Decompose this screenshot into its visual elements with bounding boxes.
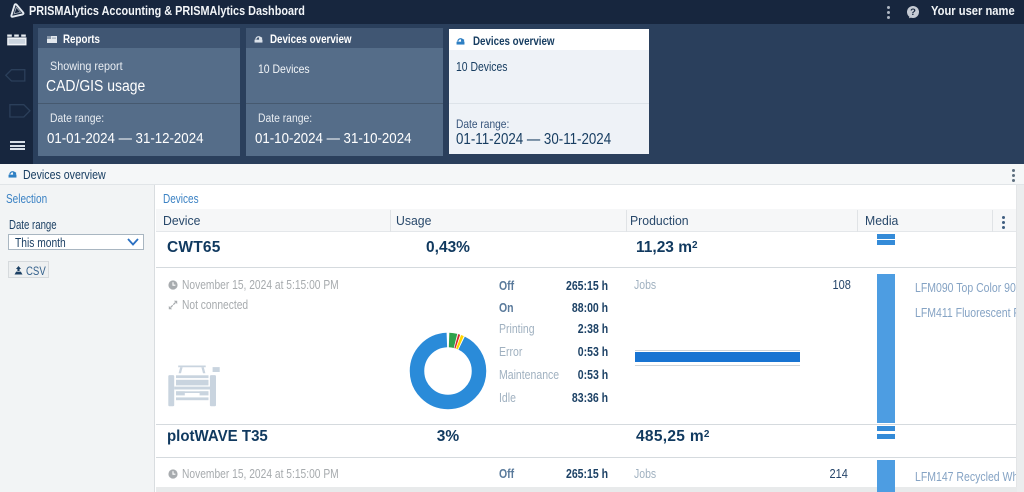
- svg-text:?: ?: [910, 7, 916, 18]
